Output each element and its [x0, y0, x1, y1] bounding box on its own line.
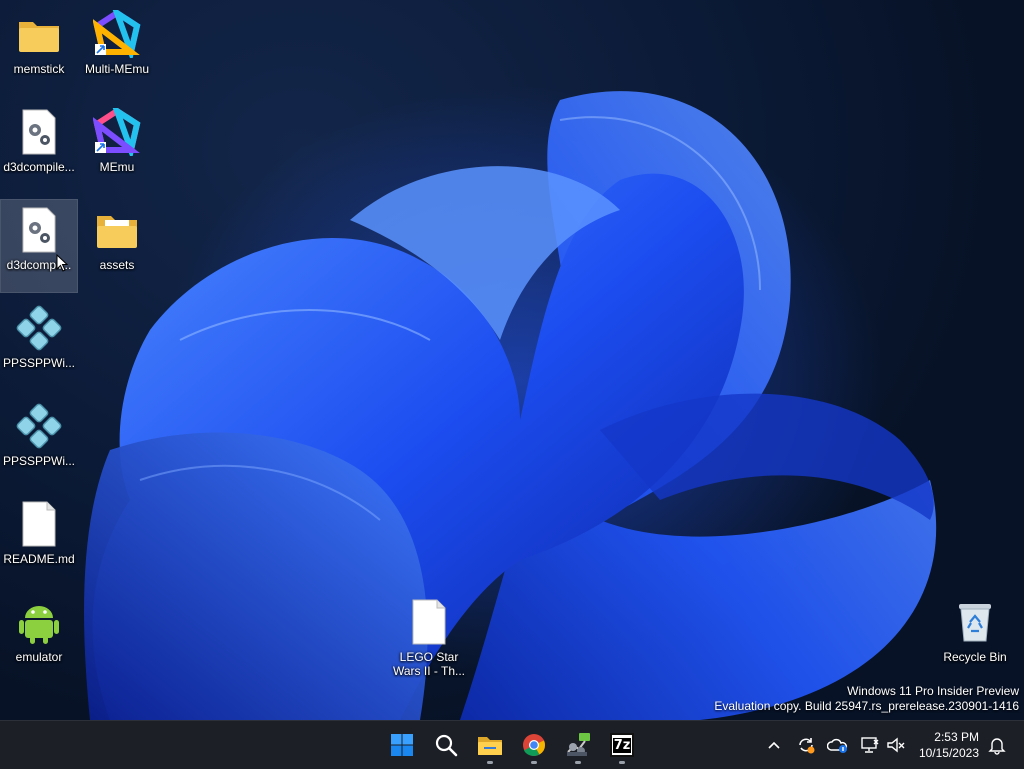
desktop[interactable]: memstick d3dcompile... d3dcompil... PPSS… — [0, 0, 1024, 720]
icon-label: emulator — [15, 650, 63, 664]
icon-label: LEGO Star Wars II - Th... — [392, 650, 465, 678]
desktop-icon-assets[interactable]: assets — [79, 200, 155, 292]
network-tool-icon — [567, 733, 590, 756]
text-file-icon — [405, 598, 453, 646]
volume-muted-icon — [887, 737, 905, 753]
desktop-icon-multi-memu[interactable]: Multi-MEmu — [79, 4, 155, 96]
windows-watermark: Windows 11 Pro Insider Preview Evaluatio… — [714, 684, 1019, 714]
icon-label: assets — [99, 258, 135, 272]
running-indicator — [487, 761, 493, 764]
ppsspp-icon — [15, 402, 63, 450]
ppsspp-icon — [15, 304, 63, 352]
icon-label: d3dcompile... — [3, 160, 75, 174]
android-icon — [15, 598, 63, 646]
watermark-line2: Evaluation copy. Build 25947.rs_prerelea… — [714, 699, 1019, 713]
memu-icon — [92, 103, 141, 161]
folder-icon — [93, 206, 141, 254]
show-hidden-icons-button[interactable] — [762, 733, 786, 757]
multi-memu-icon — [92, 5, 141, 63]
icon-label: Multi-MEmu — [84, 62, 149, 76]
desktop-icon-lego-star-wars[interactable]: LEGO Star Wars II - Th... — [391, 592, 467, 684]
onedrive-icon — [827, 738, 848, 753]
volume-tray-button[interactable] — [884, 733, 908, 757]
desktop-icon-recycle-bin[interactable]: Recycle Bin — [937, 592, 1013, 684]
mouse-cursor-icon — [56, 254, 68, 272]
running-indicator — [531, 761, 537, 764]
desktop-icon-ppsspp-2[interactable]: PPSSPPWi... — [1, 396, 77, 488]
running-indicator — [575, 761, 581, 764]
icon-label: PPSSPPWi... — [2, 454, 76, 468]
network-tool-button[interactable] — [558, 725, 598, 765]
desktop-icon-readme[interactable]: README.md — [1, 494, 77, 586]
chrome-button[interactable] — [514, 725, 554, 765]
7zip-button[interactable]: 7z — [602, 725, 642, 765]
sync-tray-button[interactable] — [794, 733, 818, 757]
desktop-icon-d3dcompiler-2[interactable]: d3dcompil... — [0, 199, 78, 293]
file-explorer-button[interactable] — [470, 725, 510, 765]
7zip-icon: 7z — [610, 733, 634, 757]
chevron-up-icon — [768, 741, 780, 749]
desktop-icon-memu[interactable]: MEmu — [79, 102, 155, 194]
start-icon — [391, 734, 413, 756]
clock-time: 2:53 PM — [934, 730, 979, 744]
7zip-text: 7z — [612, 737, 632, 753]
icon-label: Recycle Bin — [943, 650, 1007, 664]
start-button[interactable] — [382, 725, 422, 765]
file-explorer-icon — [478, 737, 502, 755]
desktop-icon-emulator[interactable]: emulator — [1, 592, 77, 684]
desktop-icon-d3dcompiler-1[interactable]: d3dcompile... — [1, 102, 77, 194]
watermark-line1: Windows 11 Pro Insider Preview — [847, 684, 1019, 698]
clock-date: 10/15/2023 — [918, 746, 979, 760]
system-file-icon — [15, 108, 63, 156]
icon-label: README.md — [3, 552, 75, 566]
desktop-icon-ppsspp-1[interactable]: PPSSPPWi... — [1, 298, 77, 390]
desktop-icon-memstick[interactable]: memstick — [1, 4, 77, 96]
notifications-button[interactable] — [985, 733, 1009, 757]
sync-icon — [799, 738, 815, 754]
bell-icon — [988, 738, 1006, 755]
search-icon — [435, 734, 458, 757]
taskbar: 7z 2:53 PM 10/15/2023 — [0, 720, 1024, 769]
system-file-icon — [15, 206, 63, 254]
chrome-icon — [523, 734, 545, 757]
network-tray-button[interactable] — [858, 733, 882, 757]
folder-icon — [15, 10, 63, 58]
text-file-icon — [15, 500, 63, 548]
running-indicator — [619, 761, 625, 764]
icon-label: MEmu — [99, 160, 135, 174]
search-button[interactable] — [426, 725, 466, 765]
network-icon — [861, 737, 879, 753]
icon-label: PPSSPPWi... — [2, 356, 76, 370]
onedrive-tray-button[interactable] — [826, 733, 850, 757]
recycle-bin-icon — [951, 598, 999, 646]
icon-label: memstick — [13, 62, 65, 76]
clock[interactable]: 2:53 PM 10/15/2023 — [919, 729, 979, 761]
